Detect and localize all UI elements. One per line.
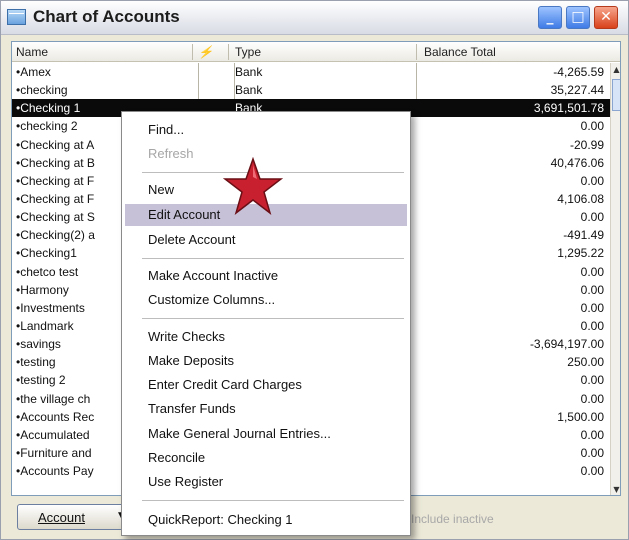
menu-item-write-checks[interactable]: Write Checks: [148, 329, 225, 344]
menu-item-make-inactive[interactable]: Make Account Inactive: [148, 268, 278, 283]
menu-item-journal-entries[interactable]: Make General Journal Entries...: [148, 426, 331, 441]
column-divider[interactable]: [228, 44, 229, 60]
account-balance: -3,694,197.00: [529, 337, 604, 352]
account-balance: 0.00: [580, 373, 604, 388]
menu-item-use-register[interactable]: Use Register: [148, 474, 223, 489]
window-icon: [7, 9, 26, 25]
menu-item-credit-card-charges[interactable]: Enter Credit Card Charges: [148, 377, 302, 392]
menu-item-edit-account[interactable]: Edit Account: [148, 207, 220, 222]
chart-of-accounts-window: Chart of Accounts _ □ ✕ Name ⚡ Type Bala…: [0, 0, 629, 540]
account-balance: -491.49: [563, 228, 604, 243]
account-name: •checking: [16, 83, 68, 98]
menu-separator: [142, 258, 404, 259]
maximize-button[interactable]: □: [566, 6, 590, 29]
account-balance: 0.00: [580, 391, 604, 406]
menu-item-delete-account[interactable]: Delete Account: [148, 232, 235, 247]
menu-item-new[interactable]: New: [148, 182, 174, 197]
column-balance-header[interactable]: Balance Total: [424, 45, 496, 59]
scroll-thumb[interactable]: [612, 79, 620, 111]
account-menu-button[interactable]: Account ▼: [17, 504, 137, 530]
account-balance: 0.00: [580, 210, 604, 225]
menu-item-transfer-funds[interactable]: Transfer Funds: [148, 401, 236, 416]
account-balance: 0.00: [580, 264, 604, 279]
account-balance: 1,500.00: [557, 409, 604, 424]
minimize-button[interactable]: _: [538, 6, 562, 29]
account-balance: 0.00: [580, 282, 604, 297]
account-balance: 0.00: [580, 445, 604, 460]
column-name-header[interactable]: Name: [16, 45, 48, 59]
account-button-label: Account: [38, 510, 85, 525]
account-balance: -4,265.59: [553, 65, 604, 79]
table-row[interactable]: •Amex Bank -4,265.59: [12, 63, 610, 81]
menu-item-reconcile[interactable]: Reconcile: [148, 450, 205, 465]
account-type: Bank: [235, 65, 263, 79]
column-divider[interactable]: [192, 44, 193, 60]
menu-item-refresh[interactable]: Refresh: [148, 146, 194, 161]
include-inactive-checkbox-label[interactable]: Include inactive: [411, 512, 494, 526]
menu-separator: [142, 318, 404, 319]
account-balance: 4,106.08: [557, 191, 604, 206]
account-type: Bank: [235, 83, 263, 98]
account-balance: 250.00: [567, 355, 604, 370]
menu-item-quickreport[interactable]: QuickReport: Checking 1: [148, 512, 293, 527]
title-bar[interactable]: Chart of Accounts _ □ ✕: [1, 1, 628, 35]
column-header: Name ⚡ Type Balance Total: [12, 42, 620, 62]
account-balance: -20.99: [569, 137, 604, 152]
table-row[interactable]: •checking Bank 35,227.44: [12, 81, 610, 99]
menu-item-make-deposits[interactable]: Make Deposits: [148, 353, 234, 368]
account-balance: 0.00: [580, 427, 604, 442]
vertical-scrollbar[interactable]: ▲ ▼: [610, 63, 620, 495]
close-button[interactable]: ✕: [594, 6, 618, 29]
account-balance: 40,476.06: [550, 155, 604, 170]
account-balance: 0.00: [580, 173, 604, 188]
account-balance: 1,295.22: [557, 246, 604, 261]
account-name: •Amex: [16, 65, 51, 79]
account-balance: 0.00: [580, 318, 604, 333]
account-balance: 0.00: [580, 464, 604, 479]
window-title: Chart of Accounts: [33, 7, 180, 26]
scroll-down-icon[interactable]: ▼: [611, 483, 620, 495]
menu-item-customize-columns[interactable]: Customize Columns...: [148, 292, 275, 307]
column-divider[interactable]: [416, 44, 417, 60]
menu-item-find[interactable]: Find...: [148, 122, 184, 137]
account-balance: 35,227.44: [550, 83, 604, 98]
scroll-up-icon[interactable]: ▲: [611, 63, 620, 77]
column-type-header[interactable]: Type: [235, 45, 261, 59]
account-balance: 3,691,501.78: [533, 101, 604, 116]
account-balance: 0.00: [580, 119, 604, 134]
star-icon: [223, 157, 283, 215]
column-flag-header[interactable]: ⚡: [198, 45, 213, 59]
menu-separator: [142, 500, 404, 501]
account-balance: 0.00: [580, 300, 604, 315]
